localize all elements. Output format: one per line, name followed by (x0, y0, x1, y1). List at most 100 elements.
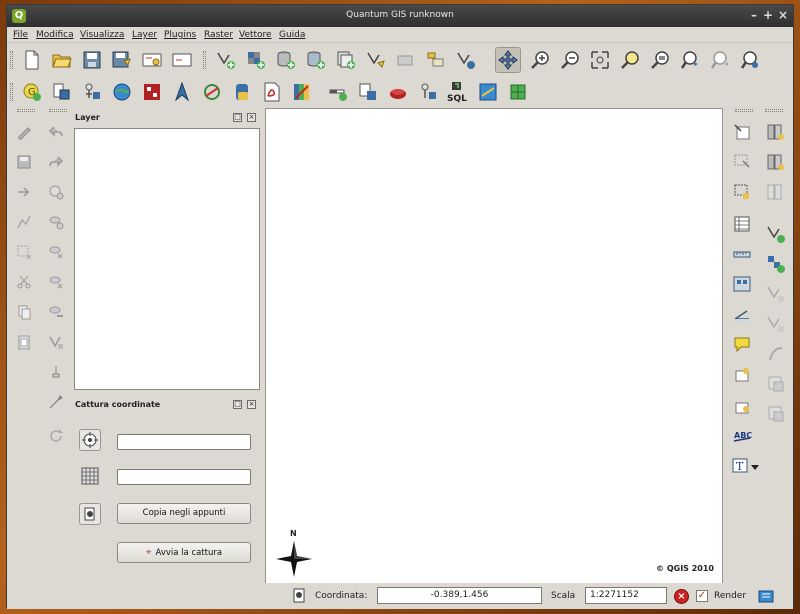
add-raster-layer-icon[interactable] (243, 47, 269, 73)
plugin-manager-icon[interactable] (385, 79, 411, 105)
openlayers-icon[interactable] (109, 79, 135, 105)
coordinate-field-2[interactable] (117, 469, 251, 485)
cut-icon[interactable] (11, 269, 37, 295)
zoom-out-icon[interactable] (557, 47, 583, 73)
gps-icon[interactable] (79, 79, 105, 105)
add-spatialite-layer-icon[interactable] (303, 47, 329, 73)
crs-status-icon[interactable] (755, 585, 777, 607)
crs-select-icon[interactable] (79, 429, 101, 451)
refresh-icon[interactable] (737, 47, 763, 73)
menu-guida[interactable]: Guida (279, 30, 305, 40)
toolbar-grip[interactable] (10, 83, 13, 101)
new-project-icon[interactable] (19, 47, 45, 73)
map-canvas[interactable]: N © QGIS 2010 (265, 108, 723, 584)
open-project-icon[interactable] (49, 47, 75, 73)
measure-area-icon[interactable] (729, 271, 755, 297)
add-vector-icon[interactable] (763, 221, 789, 247)
copy-to-clipboard-button[interactable]: Copia negli appunti (117, 503, 251, 524)
minimize-icon[interactable]: – (747, 8, 761, 22)
spreadsheet-icon[interactable] (475, 79, 501, 105)
add-vector-layer-icon[interactable] (213, 47, 239, 73)
paste-icon[interactable] (11, 329, 37, 355)
scale-value[interactable]: 1:2271152 (585, 587, 667, 604)
float-panel-icon[interactable]: □ (233, 400, 242, 409)
sql-icon[interactable]: SQL (445, 79, 471, 105)
graticule-icon[interactable] (505, 79, 531, 105)
measure-line-icon[interactable] (729, 241, 755, 267)
layer-properties-icon[interactable] (763, 179, 789, 205)
reshape-icon[interactable] (43, 299, 69, 325)
save-edits-icon[interactable] (11, 149, 37, 175)
north-arrow-icon[interactable] (169, 79, 195, 105)
toggle-editing-icon[interactable] (11, 119, 37, 145)
save-as-icon[interactable] (109, 47, 135, 73)
toolbar-grip[interactable] (10, 51, 13, 69)
toolbar-grip[interactable] (765, 109, 783, 112)
rotate-icon[interactable] (43, 423, 69, 449)
node-tool-icon[interactable] (43, 359, 69, 385)
attribute-table-icon[interactable] (729, 211, 755, 237)
maximize-icon[interactable]: + (761, 8, 775, 22)
copy-clipboard-icon[interactable] (79, 503, 101, 525)
simplify-icon[interactable] (43, 389, 69, 415)
add-part-icon[interactable] (43, 209, 69, 235)
menu-layer[interactable]: Layer (132, 30, 157, 40)
show-bookmarks-icon[interactable] (729, 393, 755, 419)
select-features-icon[interactable] (729, 149, 755, 175)
select-by-polygon-icon[interactable] (729, 179, 755, 205)
heatmap-icon[interactable] (289, 79, 315, 105)
add-raster-layer-2-icon[interactable] (763, 149, 789, 175)
coordinate-field-1[interactable] (117, 434, 251, 450)
pan-icon[interactable] (495, 47, 521, 73)
mouse-coordinates-icon[interactable] (289, 585, 311, 607)
menu-modifica[interactable]: Modifica (36, 30, 74, 40)
copy-icon[interactable] (11, 299, 37, 325)
menu-vettore[interactable]: Vettore (239, 30, 272, 40)
menu-raster[interactable]: Raster (204, 30, 233, 40)
remove-layer-icon[interactable] (393, 47, 419, 73)
new-vector-layer-icon[interactable] (363, 47, 389, 73)
composer-manager-icon[interactable] (169, 47, 195, 73)
zoom-to-layer-icon[interactable] (647, 47, 673, 73)
capture-polygon-icon[interactable] (11, 239, 37, 265)
merge-attributes-icon[interactable] (763, 311, 789, 337)
zoom-next-icon[interactable] (707, 47, 733, 73)
dxf-icon[interactable] (415, 79, 441, 105)
new-print-composer-icon[interactable] (139, 47, 165, 73)
new-bookmark-icon[interactable] (729, 361, 755, 387)
merge-features-icon[interactable] (763, 281, 789, 307)
add-wms-layer-icon[interactable] (333, 47, 359, 73)
render-checkbox[interactable]: ✓ (696, 590, 708, 602)
add-ring-icon[interactable] (43, 179, 69, 205)
undo-icon[interactable] (43, 119, 69, 145)
save-project-icon[interactable] (79, 47, 105, 73)
close-icon[interactable]: × (776, 8, 790, 22)
add-wfs-layer-icon[interactable] (423, 47, 449, 73)
rotate-point-symbols-icon[interactable] (763, 371, 789, 397)
fill-ring-icon[interactable] (763, 401, 789, 427)
text-annotation-icon[interactable]: T (729, 453, 763, 479)
menu-visualizza[interactable]: Visualizza (80, 30, 124, 40)
close-panel-icon[interactable]: × (247, 400, 256, 409)
split-features-icon[interactable] (43, 329, 69, 355)
map-tips-icon[interactable] (729, 331, 755, 357)
add-delimited-text-icon[interactable] (355, 79, 381, 105)
scale-bar-icon[interactable] (325, 79, 351, 105)
layer-list[interactable] (74, 128, 260, 390)
add-postgis-layer-icon[interactable] (273, 47, 299, 73)
zoom-full-icon[interactable] (587, 47, 613, 73)
zoom-in-icon[interactable] (527, 47, 553, 73)
measure-angle-icon[interactable] (729, 301, 755, 327)
capture-line-icon[interactable] (11, 209, 37, 235)
menu-file[interactable]: File (13, 30, 28, 40)
capture-point-icon[interactable] (11, 179, 37, 205)
toolbar-grip[interactable] (735, 109, 753, 112)
offset-curve-icon[interactable] (763, 341, 789, 367)
add-raster-icon[interactable] (763, 251, 789, 277)
menu-plugins[interactable]: Plugins (164, 30, 196, 40)
toolbar-grip[interactable] (49, 109, 67, 112)
stop-render-icon[interactable]: × (674, 589, 689, 604)
zoom-last-icon[interactable] (677, 47, 703, 73)
coordinate-capture-icon[interactable] (49, 79, 75, 105)
identify-features-icon[interactable] (729, 119, 755, 145)
